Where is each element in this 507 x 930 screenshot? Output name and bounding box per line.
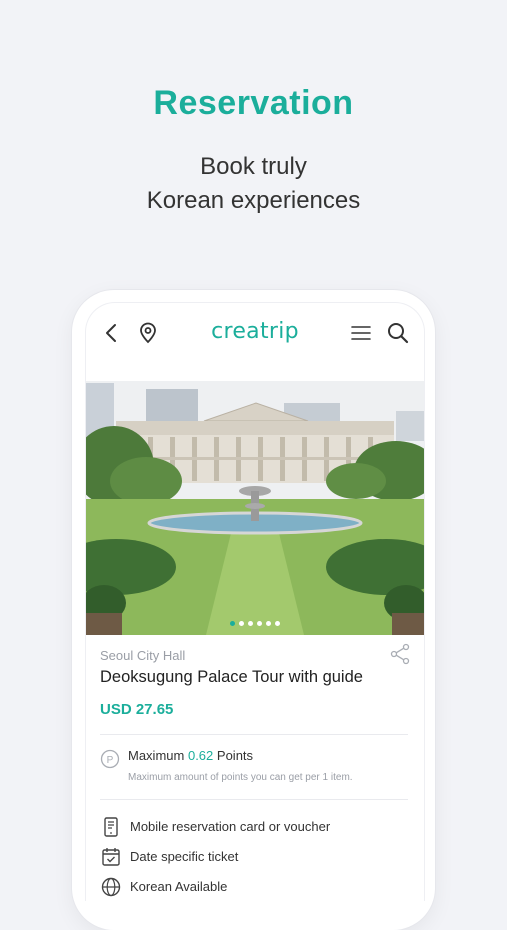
carousel-dot[interactable]: [239, 621, 244, 626]
divider: [100, 734, 408, 735]
carousel-dot[interactable]: [266, 621, 271, 626]
feature-label: Date specific ticket: [130, 849, 239, 864]
product-title: Deoksugung Palace Tour with guide: [100, 668, 363, 686]
carousel-dot[interactable]: [257, 621, 262, 626]
menu-icon[interactable]: [349, 321, 373, 345]
product-price: USD 27.65: [100, 701, 174, 718]
mobile-ticket-icon: [104, 817, 118, 837]
points-suffix: Points: [216, 748, 254, 763]
product-location: Seoul City Hall: [100, 648, 186, 663]
globe-icon: [101, 877, 121, 897]
hero-image[interactable]: [86, 381, 424, 635]
divider: [100, 799, 408, 800]
carousel-dot[interactable]: [275, 621, 280, 626]
points-value: 0.62: [187, 748, 214, 763]
feature-label: Korean Available: [130, 879, 228, 894]
carousel-indicator[interactable]: [86, 621, 424, 626]
share-icon[interactable]: [389, 643, 411, 665]
app-logo[interactable]: creatrip: [86, 319, 424, 344]
carousel-dot[interactable]: [230, 621, 235, 626]
points-prefix: Maximum: [128, 748, 185, 763]
promo-subline: Book truly Korean experiences: [0, 150, 507, 218]
feature-label: Mobile reservation card or voucher: [130, 819, 331, 834]
points-note: Maximum amount of points you can get per…: [128, 772, 353, 783]
promo-headline: Reservation: [153, 84, 354, 122]
app-header: creatrip: [86, 303, 424, 363]
points-summary: Maximum 0.62 Points: [128, 748, 253, 763]
promo-subline-line-2: Korean experiences: [146, 187, 361, 214]
search-icon[interactable]: [386, 321, 410, 345]
carousel-dot[interactable]: [248, 621, 253, 626]
calendar-check-icon: [102, 848, 120, 866]
svg-text:P: P: [107, 755, 114, 766]
app-screen: creatrip Seoul City Hall Deoksugung Pala…: [85, 302, 425, 901]
points-icon: P: [100, 749, 120, 769]
promo-subline-line-1: Book truly: [200, 153, 307, 180]
